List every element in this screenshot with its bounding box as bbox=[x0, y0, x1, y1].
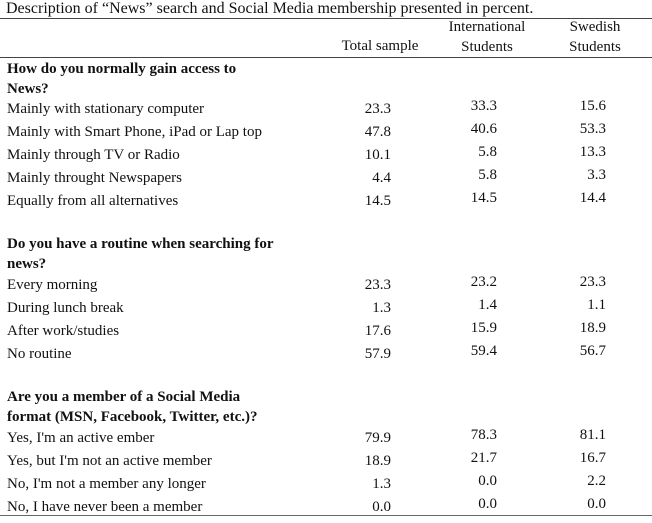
row-label: Equally from all alternatives bbox=[7, 193, 179, 209]
row-label: After work/studies bbox=[7, 323, 120, 339]
row-label: Mainly throught Newspapers bbox=[7, 170, 182, 186]
value-total: 47.8 bbox=[364, 124, 391, 140]
value-international: 14.5 bbox=[470, 190, 497, 206]
row-label: Yes, but I'm not an active member bbox=[7, 453, 212, 469]
value-swedish: 16.7 bbox=[579, 450, 606, 466]
section-title-news-access: How do you normally gain access to News? bbox=[7, 59, 337, 99]
value-total: 23.3 bbox=[364, 277, 391, 293]
value-swedish: 53.3 bbox=[579, 121, 606, 137]
value-international: 21.7 bbox=[470, 450, 497, 466]
value-international: 5.8 bbox=[478, 167, 497, 183]
section-title-line: format (MSN, Facebook, Twitter, etc.)? bbox=[7, 409, 258, 425]
value-international: 78.3 bbox=[470, 427, 497, 443]
value-international: 33.3 bbox=[470, 98, 497, 114]
value-swedish: 3.3 bbox=[587, 167, 606, 183]
value-total: 23.3 bbox=[364, 101, 391, 117]
row-label: No, I'm not a member any longer bbox=[7, 476, 206, 492]
value-total: 17.6 bbox=[364, 323, 391, 339]
value-total: 1.3 bbox=[372, 476, 391, 492]
value-swedish: 18.9 bbox=[579, 320, 606, 336]
column-header-international-line2: Students bbox=[461, 39, 513, 55]
value-international: 59.4 bbox=[470, 343, 497, 359]
value-total: 14.5 bbox=[364, 193, 391, 209]
table-row: No routine 57.9 59.4 56.7 bbox=[0, 343, 652, 366]
value-total: 10.1 bbox=[364, 147, 391, 163]
section-title-line: news? bbox=[7, 256, 47, 272]
row-label: Mainly with stationary computer bbox=[7, 101, 205, 117]
row-label: No routine bbox=[7, 346, 72, 362]
section-title-line: Do you have a routine when searching for bbox=[7, 236, 274, 252]
value-total: 18.9 bbox=[364, 453, 391, 469]
value-total: 57.9 bbox=[364, 346, 391, 362]
value-international: 5.8 bbox=[478, 144, 497, 160]
value-swedish: 15.6 bbox=[579, 98, 606, 114]
table-caption: Description of “News” search and Social … bbox=[6, 0, 534, 17]
section-title-social-media: Are you a member of a Social Media forma… bbox=[7, 387, 337, 427]
row-label: Yes, I'm an active ember bbox=[7, 430, 155, 446]
value-total: 4.4 bbox=[372, 170, 391, 186]
column-header-international-students: International Students bbox=[433, 17, 541, 57]
value-international: 0.0 bbox=[478, 496, 497, 512]
table-row: Equally from all alternatives 14.5 14.5 … bbox=[0, 190, 652, 213]
section-title-line: News? bbox=[7, 81, 49, 97]
row-label: During lunch break bbox=[7, 300, 124, 316]
value-international: 0.0 bbox=[478, 473, 497, 489]
value-swedish: 2.2 bbox=[587, 473, 606, 489]
value-total: 79.9 bbox=[364, 430, 391, 446]
value-total: 1.3 bbox=[372, 300, 391, 316]
section-title-line: Are you a member of a Social Media bbox=[7, 389, 241, 405]
column-header-total-label: Total sample bbox=[341, 38, 419, 54]
bottom-rule bbox=[0, 515, 652, 516]
value-swedish: 13.3 bbox=[579, 144, 606, 160]
column-header-total-sample: Total sample bbox=[330, 36, 430, 56]
value-swedish: 14.4 bbox=[579, 190, 606, 206]
column-header-international-line1: International bbox=[448, 19, 526, 35]
row-label: Every morning bbox=[7, 277, 98, 293]
section-title-line: How do you normally gain access to bbox=[7, 61, 237, 77]
row-label: Mainly with Smart Phone, iPad or Lap top bbox=[7, 124, 262, 140]
row-label: Mainly through TV or Radio bbox=[7, 147, 180, 163]
header-rule bbox=[0, 57, 652, 58]
column-header-swedish-line1: Swedish bbox=[569, 19, 621, 35]
value-swedish: 81.1 bbox=[579, 427, 606, 443]
value-international: 1.4 bbox=[478, 297, 497, 313]
column-header-swedish-line2: Students bbox=[569, 39, 621, 55]
value-international: 15.9 bbox=[470, 320, 497, 336]
value-international: 23.2 bbox=[470, 274, 497, 290]
value-international: 40.6 bbox=[470, 121, 497, 137]
column-header-swedish-students: Swedish Students bbox=[550, 17, 640, 57]
value-swedish: 23.3 bbox=[579, 274, 606, 290]
value-swedish: 1.1 bbox=[587, 297, 606, 313]
section-title-routine: Do you have a routine when searching for… bbox=[7, 234, 337, 274]
value-swedish: 56.7 bbox=[579, 343, 606, 359]
value-swedish: 0.0 bbox=[587, 496, 606, 512]
